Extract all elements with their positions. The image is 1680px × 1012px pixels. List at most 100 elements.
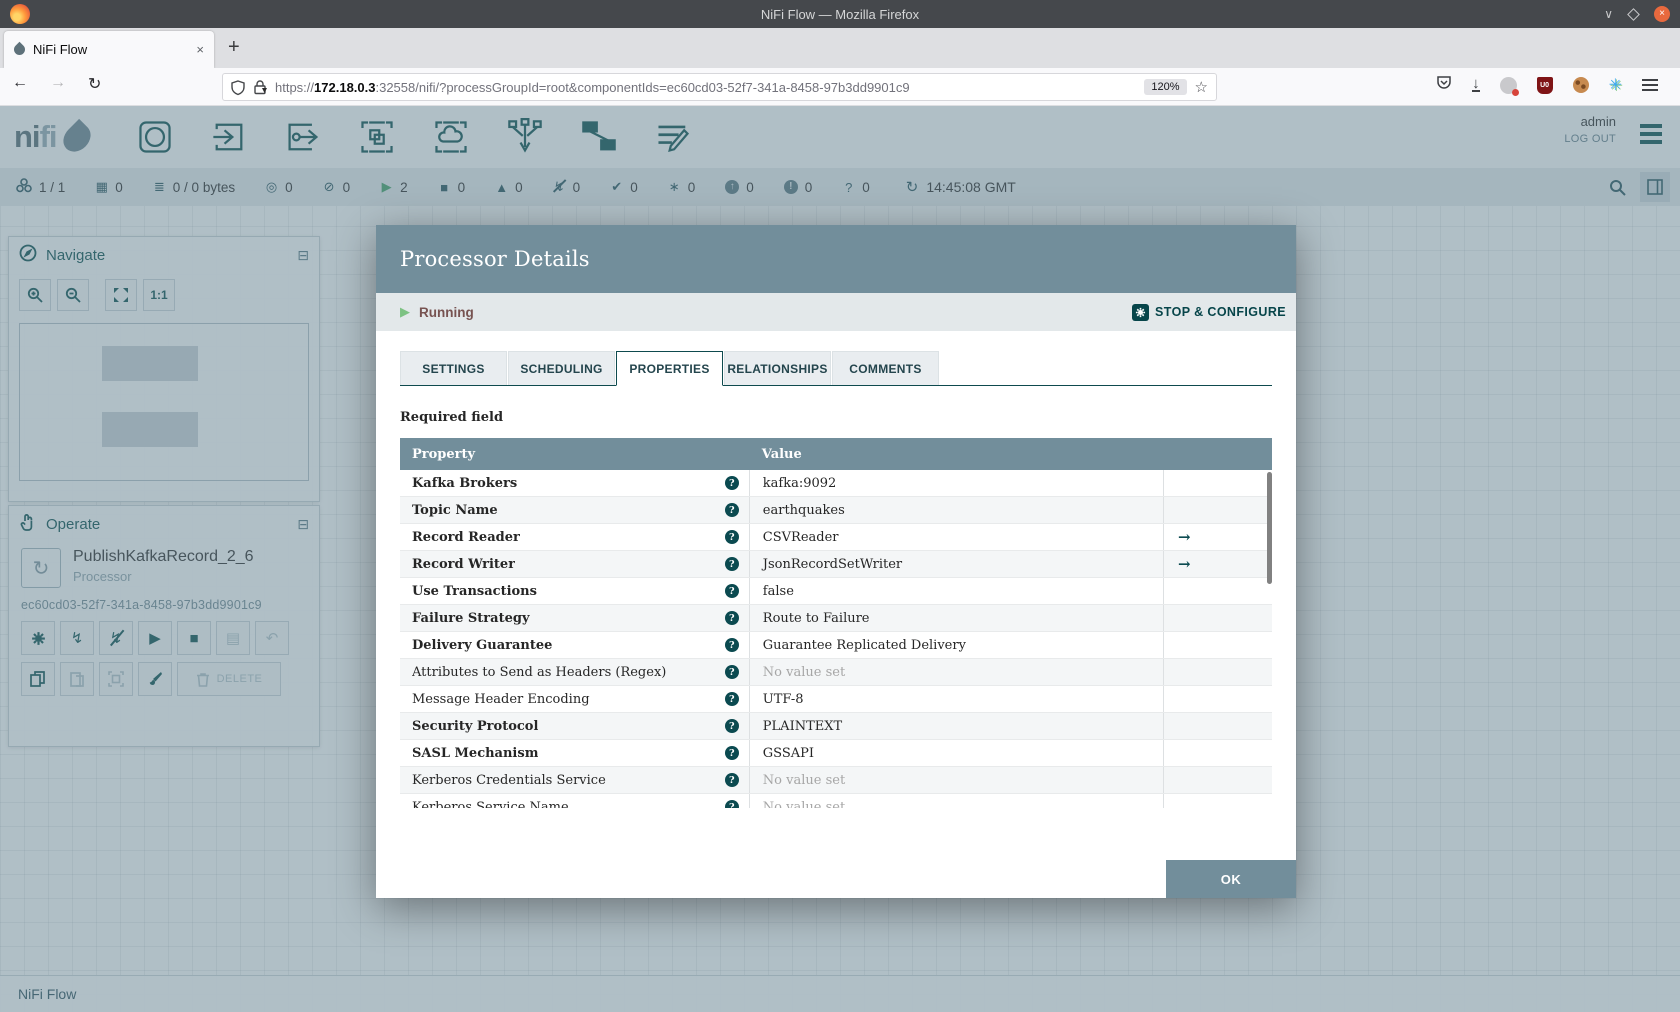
property-row[interactable]: Kerberos Service Name ? No value set → bbox=[400, 794, 1272, 808]
property-row[interactable]: Failure Strategy ? Route to Failure → bbox=[400, 605, 1272, 632]
help-icon[interactable]: ? bbox=[724, 800, 739, 808]
color-button[interactable] bbox=[138, 662, 172, 696]
extension-asterisk-icon[interactable]: ✳ bbox=[1609, 75, 1622, 95]
property-row[interactable]: Security Protocol ? PLAINTEXT → bbox=[400, 713, 1272, 740]
zoom-out-button[interactable] bbox=[57, 279, 89, 311]
account-extension-icon[interactable] bbox=[1499, 76, 1519, 96]
property-row[interactable]: Kafka Brokers ? kafka:9092 → bbox=[400, 470, 1272, 497]
delete-button[interactable]: DELETE bbox=[177, 662, 281, 696]
zoom-actual-size-button[interactable]: 1:1 bbox=[143, 279, 175, 311]
dialog-tab[interactable]: PROPERTIES bbox=[616, 351, 723, 386]
back-button[interactable]: ← bbox=[12, 74, 28, 94]
global-menu-icon[interactable] bbox=[1640, 124, 1662, 144]
chevron-down-icon[interactable]: ∨ bbox=[1604, 7, 1613, 21]
property-row[interactable]: Record Writer ? JsonRecordSetWriter → bbox=[400, 551, 1272, 578]
zoom-level-badge[interactable]: 120% bbox=[1144, 79, 1187, 95]
help-icon[interactable]: ? bbox=[724, 557, 739, 571]
help-icon[interactable]: ? bbox=[724, 719, 739, 733]
forward-button[interactable]: → bbox=[50, 74, 66, 94]
group-button[interactable] bbox=[99, 662, 133, 696]
new-tab-button[interactable]: + bbox=[228, 36, 240, 59]
go-to-service-icon[interactable]: → bbox=[1178, 528, 1191, 546]
property-row[interactable]: Attributes to Send as Headers (Regex) ? … bbox=[400, 659, 1272, 686]
selected-component-type: Processor bbox=[73, 569, 132, 584]
help-icon[interactable]: ? bbox=[724, 476, 739, 490]
save-flow-version-button[interactable]: ▤ bbox=[216, 621, 250, 655]
dialog-status-bar: ▶ Running STOP & CONFIGURE bbox=[376, 293, 1296, 331]
bulletin-panel-toggle-icon[interactable] bbox=[1640, 172, 1670, 202]
logout-link[interactable]: LOG OUT bbox=[1564, 133, 1616, 145]
navigate-title: Navigate bbox=[46, 246, 106, 264]
property-row[interactable]: SASL Mechanism ? GSSAPI → bbox=[400, 740, 1272, 767]
help-icon[interactable]: ? bbox=[724, 611, 739, 625]
status-item: ! 0 bbox=[783, 180, 812, 195]
table-scrollbar[interactable] bbox=[1267, 472, 1272, 584]
configure-button[interactable] bbox=[21, 621, 55, 655]
property-row[interactable]: Record Reader ? CSVReader → bbox=[400, 524, 1272, 551]
close-tab-icon[interactable]: × bbox=[196, 42, 204, 57]
property-row[interactable]: Message Header Encoding ? UTF-8 → bbox=[400, 686, 1272, 713]
property-column-header: Property bbox=[412, 446, 476, 462]
downloads-icon[interactable]: ↓ bbox=[1472, 76, 1480, 92]
paste-button[interactable] bbox=[60, 662, 94, 696]
help-icon[interactable]: ? bbox=[724, 773, 739, 787]
collapse-operate-icon[interactable]: ⊟ bbox=[297, 516, 309, 533]
status-item: ≣ 0 / 0 bytes bbox=[153, 179, 236, 195]
funnel-component-icon[interactable] bbox=[503, 115, 547, 159]
remote-process-group-component-icon[interactable] bbox=[429, 115, 473, 159]
property-row[interactable]: Use Transactions ? false → bbox=[400, 578, 1272, 605]
search-icon[interactable] bbox=[1609, 179, 1626, 196]
breadcrumb[interactable]: NiFi Flow bbox=[18, 986, 76, 1002]
help-icon[interactable]: ? bbox=[724, 746, 739, 760]
reload-button[interactable]: ↻ bbox=[88, 74, 101, 94]
hamburger-menu-icon[interactable] bbox=[1642, 79, 1658, 91]
last-refresh: ↻ 14:45:08 GMT bbox=[905, 178, 1016, 196]
bookmark-star-icon[interactable]: ☆ bbox=[1195, 78, 1208, 96]
copy-button[interactable] bbox=[21, 662, 55, 696]
active-threads-icon: ▦ bbox=[95, 179, 108, 194]
dialog-tab[interactable]: COMMENTS bbox=[832, 351, 939, 385]
nifi-canvas-area[interactable]: ni fi admin LOG OUT 1 / 1 ▦ 0 ≣ 0 / 0 by… bbox=[0, 106, 1680, 1012]
start-button[interactable]: ▶ bbox=[138, 621, 172, 655]
stop-and-configure-button[interactable]: STOP & CONFIGURE bbox=[1132, 293, 1286, 331]
refresh-icon[interactable]: ↻ bbox=[906, 178, 919, 196]
property-row[interactable]: Delivery Guarantee ? Guarantee Replicate… bbox=[400, 632, 1272, 659]
go-to-service-icon[interactable]: → bbox=[1178, 555, 1191, 573]
close-window-icon[interactable]: × bbox=[1654, 6, 1670, 22]
zoom-fit-button[interactable] bbox=[105, 279, 137, 311]
zoom-in-button[interactable] bbox=[19, 279, 51, 311]
ok-button[interactable]: OK bbox=[1166, 860, 1296, 898]
help-icon[interactable]: ? bbox=[724, 638, 739, 652]
help-icon[interactable]: ? bbox=[724, 665, 739, 679]
help-icon[interactable]: ? bbox=[724, 530, 739, 544]
output-port-component-icon[interactable] bbox=[281, 115, 325, 159]
input-port-component-icon[interactable] bbox=[207, 115, 251, 159]
process-group-component-icon[interactable] bbox=[355, 115, 399, 159]
birdseye-minimap[interactable] bbox=[19, 323, 309, 481]
disable-button[interactable]: ↯ bbox=[99, 621, 133, 655]
template-component-icon[interactable] bbox=[577, 115, 621, 159]
enable-button[interactable]: ↯ bbox=[60, 621, 94, 655]
revert-flow-button[interactable]: ↶ bbox=[255, 621, 289, 655]
help-icon[interactable]: ? bbox=[724, 503, 739, 517]
help-icon[interactable]: ? bbox=[724, 692, 739, 706]
property-row[interactable]: Kerberos Credentials Service ? No value … bbox=[400, 767, 1272, 794]
dialog-tab[interactable]: SCHEDULING bbox=[508, 351, 615, 385]
maximize-icon[interactable] bbox=[1627, 7, 1640, 21]
tracking-shield-icon[interactable] bbox=[231, 79, 245, 95]
browser-tab[interactable]: NiFi Flow × bbox=[4, 31, 214, 68]
ublock-icon[interactable]: U0 bbox=[1536, 76, 1553, 94]
stop-button[interactable]: ■ bbox=[177, 621, 211, 655]
url-field[interactable]: https://172.18.0.3:32558/nifi/?processGr… bbox=[222, 73, 1217, 101]
collapse-navigate-icon[interactable]: ⊟ bbox=[297, 247, 309, 264]
dialog-tab[interactable]: RELATIONSHIPS bbox=[724, 351, 831, 385]
pocket-icon[interactable] bbox=[1436, 75, 1452, 95]
lock-warning-icon[interactable] bbox=[253, 79, 267, 95]
cookie-extension-icon[interactable] bbox=[1572, 77, 1589, 93]
processor-component-icon[interactable] bbox=[133, 115, 177, 159]
dialog-tab[interactable]: SETTINGS bbox=[400, 351, 507, 385]
label-component-icon[interactable] bbox=[651, 115, 695, 159]
help-icon[interactable]: ? bbox=[724, 584, 739, 598]
selected-processor-icon: ↻ bbox=[21, 548, 61, 588]
property-row[interactable]: Topic Name ? earthquakes → bbox=[400, 497, 1272, 524]
